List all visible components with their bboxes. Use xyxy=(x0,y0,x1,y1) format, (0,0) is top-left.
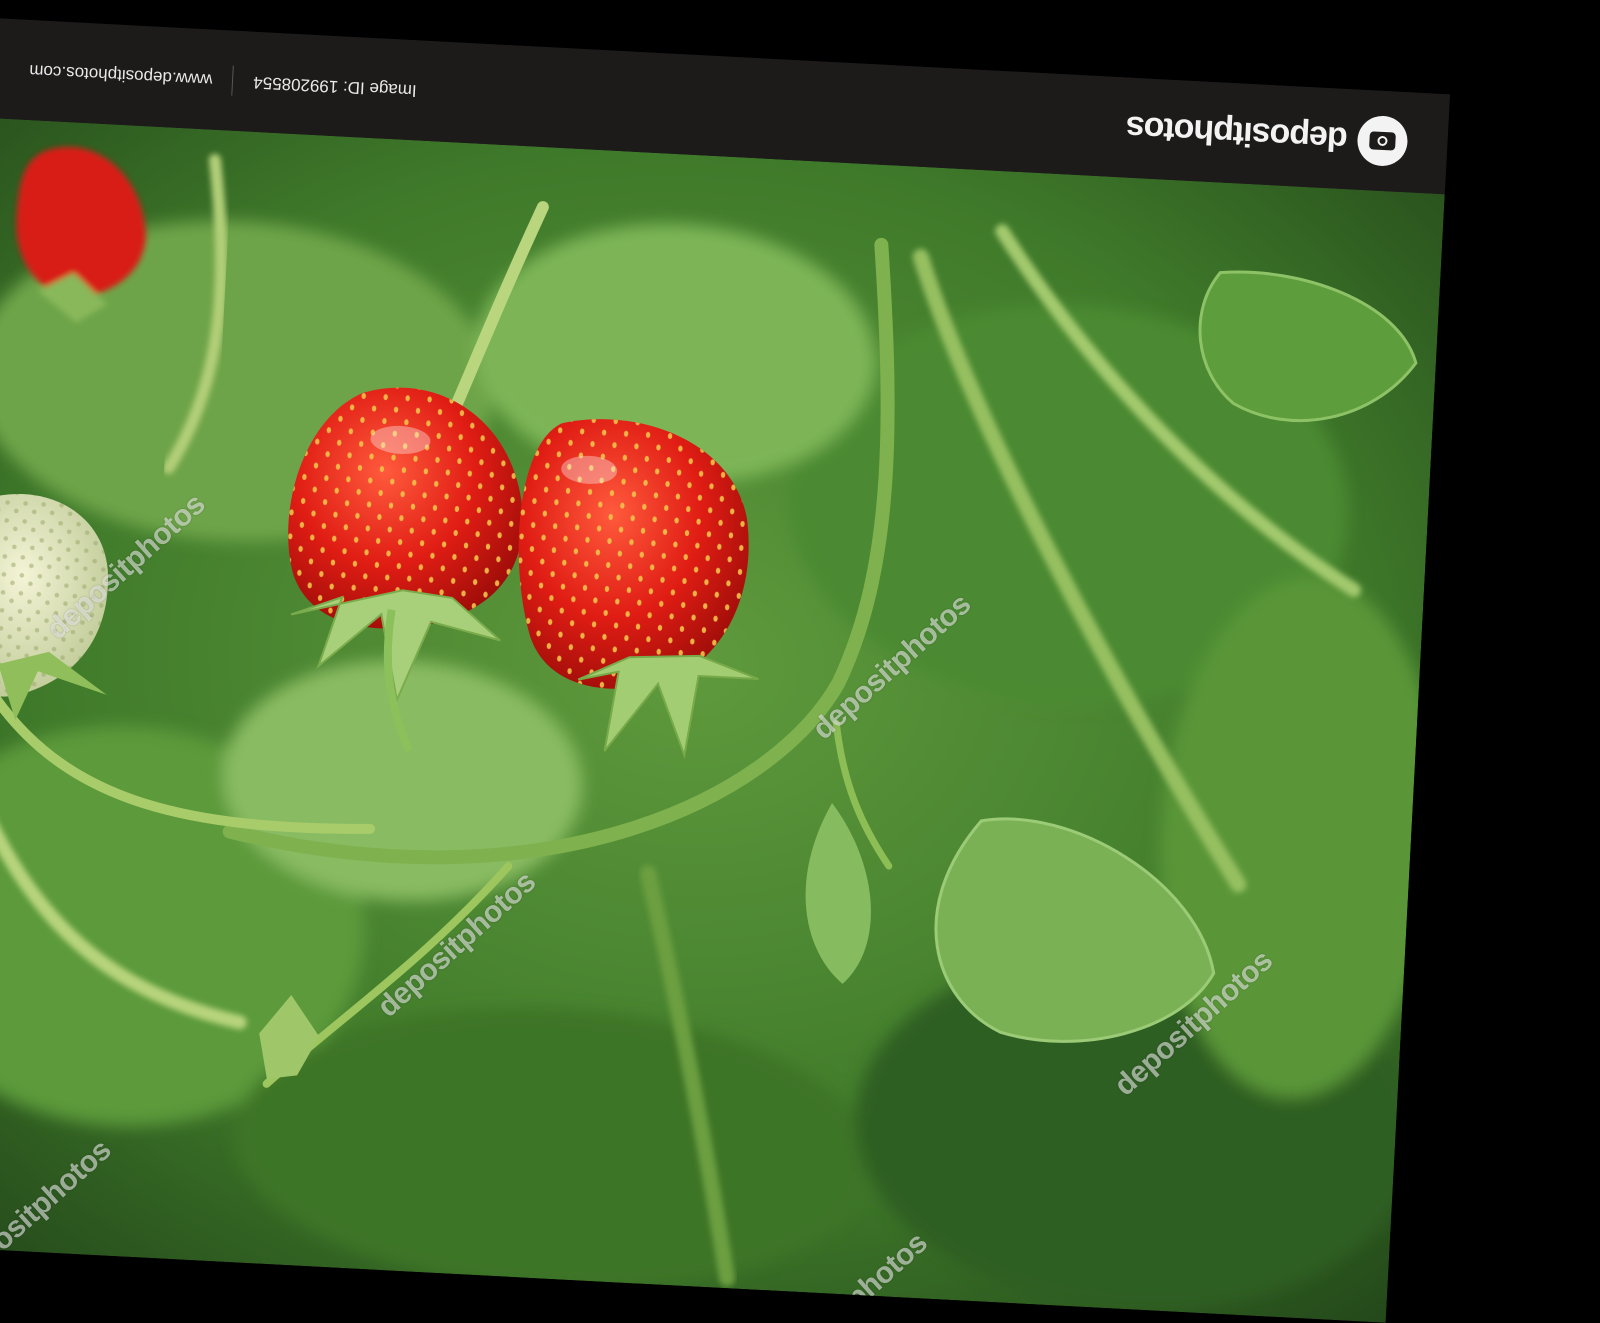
strawberry-photo xyxy=(0,117,1445,1323)
info-bar-meta: Image ID: 199208554 www.depositphotos.co… xyxy=(29,55,418,105)
image-id: Image ID: 199208554 xyxy=(252,72,418,101)
stock-photo-card: depositphotos Image ID: 199208554 www.de… xyxy=(0,18,1450,1323)
brand-logo-text: depositphotos xyxy=(1125,109,1349,159)
brand-logo[interactable]: depositphotos xyxy=(1125,103,1409,168)
camera-icon xyxy=(1356,114,1409,168)
divider xyxy=(231,65,235,96)
site-url[interactable]: www.depositphotos.com xyxy=(29,60,213,90)
